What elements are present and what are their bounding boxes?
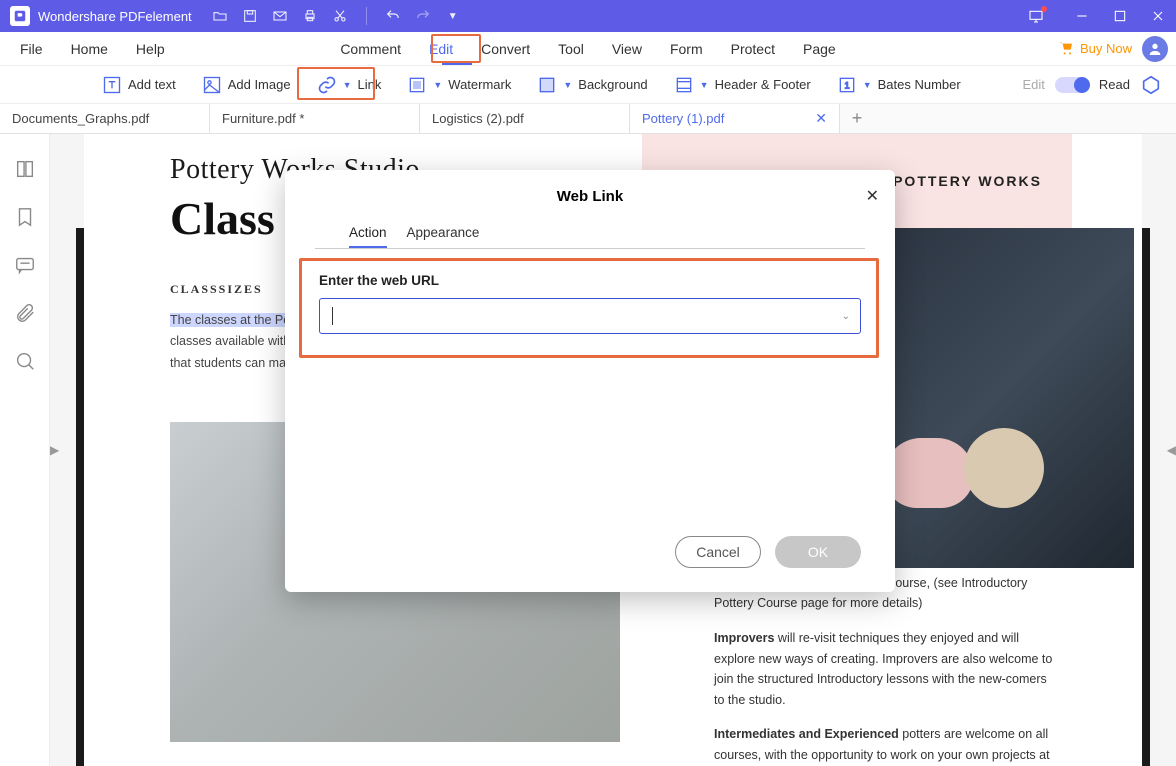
attachment-icon[interactable]	[14, 302, 36, 324]
text-icon	[102, 75, 122, 95]
maximize-icon[interactable]	[1112, 8, 1128, 24]
user-avatar[interactable]	[1142, 36, 1168, 62]
comment-panel-icon[interactable]	[14, 254, 36, 276]
watermark-dropdown-icon[interactable]: ▼	[433, 80, 442, 90]
menu-home[interactable]: Home	[71, 35, 108, 63]
header-footer-icon	[674, 75, 694, 95]
menu-file[interactable]: File	[20, 35, 43, 63]
tab-label: Furniture.pdf *	[222, 111, 304, 126]
tab-furniture[interactable]: Furniture.pdf *	[210, 104, 420, 133]
tool-bates-number[interactable]: 1 ▼ Bates Number	[831, 71, 967, 99]
web-link-dialog: Web Link ✕ Action Appearance Enter the w…	[285, 170, 895, 592]
open-folder-icon[interactable]	[212, 8, 228, 24]
redo-icon[interactable]	[415, 8, 431, 24]
background-icon	[537, 75, 557, 95]
dialog-tab-appearance[interactable]: Appearance	[407, 219, 480, 248]
settings-hex-icon[interactable]	[1140, 74, 1162, 96]
header-footer-dropdown-icon[interactable]: ▼	[700, 80, 709, 90]
background-dropdown-icon[interactable]: ▼	[563, 80, 572, 90]
tab-close-icon[interactable]: ✕	[815, 110, 827, 127]
menu-bar: File Home Help Comment Edit Convert Tool…	[0, 32, 1176, 66]
app-icon	[10, 6, 30, 26]
search-icon[interactable]	[14, 350, 36, 372]
dialog-close-icon[interactable]: ✕	[866, 186, 879, 206]
tool-watermark[interactable]: ▼ Watermark	[401, 71, 517, 99]
tool-add-text-label: Add text	[128, 77, 176, 92]
close-window-icon[interactable]	[1150, 8, 1166, 24]
watermark-icon	[407, 75, 427, 95]
tab-logistics[interactable]: Logistics (2).pdf	[420, 104, 630, 133]
bookmark-icon[interactable]	[14, 206, 36, 228]
print-icon[interactable]	[302, 8, 318, 24]
bates-dropdown-icon[interactable]: ▼	[863, 80, 872, 90]
tool-watermark-label: Watermark	[448, 77, 511, 92]
dropdown-icon[interactable]: ▼	[445, 8, 461, 24]
menu-tool[interactable]: Tool	[558, 35, 584, 63]
tool-header-footer[interactable]: ▼ Header & Footer	[668, 71, 817, 99]
tab-pottery[interactable]: Pottery (1).pdf ✕	[630, 104, 840, 133]
presentation-icon[interactable]	[1028, 8, 1044, 24]
ok-button[interactable]: OK	[775, 536, 861, 568]
tool-bates-label: Bates Number	[878, 77, 961, 92]
svg-text:1: 1	[844, 80, 849, 90]
menu-convert[interactable]: Convert	[481, 35, 530, 63]
menu-view[interactable]: View	[612, 35, 642, 63]
tab-label: Logistics (2).pdf	[432, 111, 524, 126]
ribbon-toolbar: Add text Add Image ▼ Link ▼ Watermark ▼ …	[0, 66, 1176, 104]
title-bar: Wondershare PDFelement ▼	[0, 0, 1176, 32]
save-icon[interactable]	[242, 8, 258, 24]
cancel-button[interactable]: Cancel	[675, 536, 761, 568]
menu-page[interactable]: Page	[803, 35, 836, 63]
edit-read-toggle[interactable]	[1055, 77, 1089, 93]
tool-background[interactable]: ▼ Background	[531, 71, 653, 99]
doc-image-hands	[854, 228, 1134, 568]
tool-add-image[interactable]: Add Image	[196, 71, 297, 99]
bates-icon: 1	[837, 75, 857, 95]
minimize-icon[interactable]	[1074, 8, 1090, 24]
prev-page-handle[interactable]: ▶	[50, 443, 59, 457]
dialog-title: Web Link	[285, 170, 895, 213]
image-icon	[202, 75, 222, 95]
document-tabs: Documents_Graphs.pdf Furniture.pdf * Log…	[0, 104, 1176, 134]
tool-background-label: Background	[578, 77, 647, 92]
menu-help[interactable]: Help	[136, 35, 165, 63]
buy-now-link[interactable]: Buy Now	[1058, 41, 1132, 57]
thumbnails-icon[interactable]	[14, 158, 36, 180]
cart-icon	[1058, 41, 1074, 57]
left-sidebar	[0, 134, 50, 766]
dialog-tab-action[interactable]: Action	[349, 219, 387, 248]
tab-documents-graphs[interactable]: Documents_Graphs.pdf	[0, 104, 210, 133]
menu-comment[interactable]: Comment	[340, 35, 401, 63]
mode-edit-label: Edit	[1023, 77, 1045, 92]
highlight-link-tool	[297, 67, 375, 100]
app-title: Wondershare PDFelement	[38, 9, 192, 24]
doc-classsizes-label: CLASSSIZES	[170, 282, 263, 297]
tool-add-image-label: Add Image	[228, 77, 291, 92]
buy-now-label: Buy Now	[1080, 41, 1132, 56]
tool-add-text[interactable]: Add text	[96, 71, 182, 99]
menu-protect[interactable]: Protect	[731, 35, 775, 63]
highlight-edit-menu	[431, 34, 481, 63]
tab-add-button[interactable]: +	[840, 104, 874, 133]
tab-label: Documents_Graphs.pdf	[12, 111, 149, 126]
tool-header-footer-label: Header & Footer	[715, 77, 811, 92]
undo-icon[interactable]	[385, 8, 401, 24]
mail-icon[interactable]	[272, 8, 288, 24]
cut-icon[interactable]	[332, 8, 348, 24]
menu-form[interactable]: Form	[670, 35, 703, 63]
tab-label: Pottery (1).pdf	[642, 111, 724, 126]
mode-read-label: Read	[1099, 77, 1130, 92]
next-page-handle[interactable]: ◀	[1167, 443, 1176, 457]
highlight-url-field	[299, 258, 879, 358]
